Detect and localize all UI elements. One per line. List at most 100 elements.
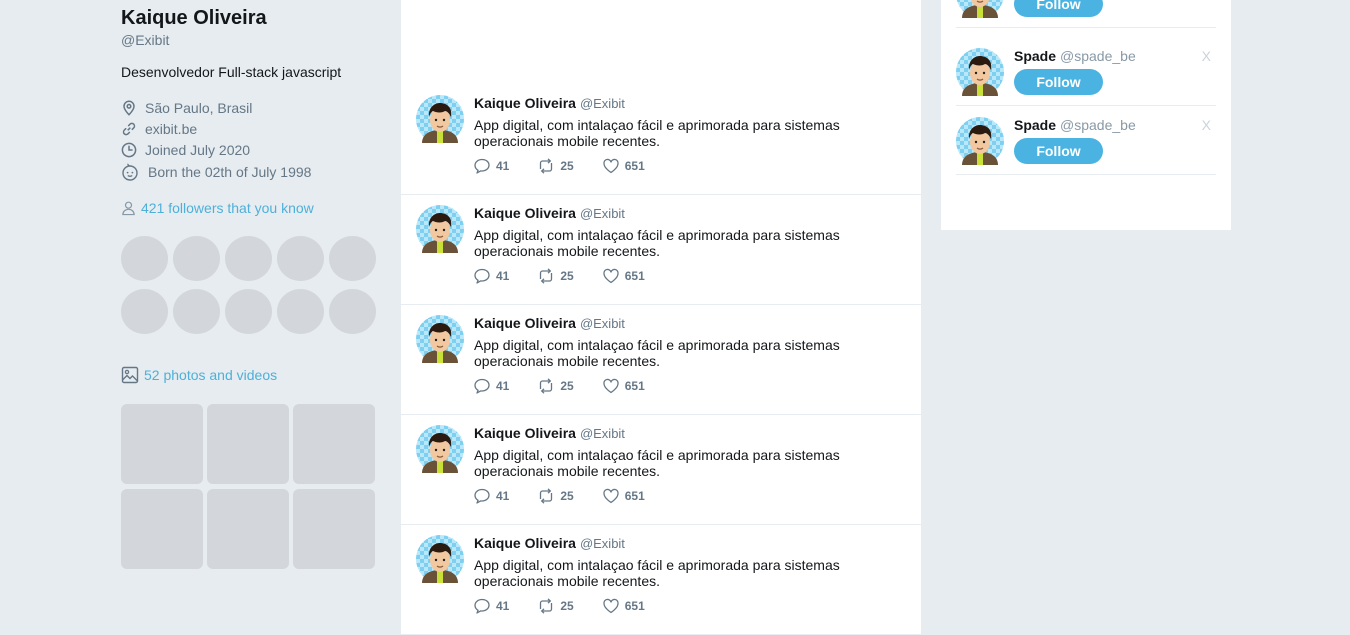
like-count: 651 xyxy=(624,379,645,393)
like-button[interactable]: 651 xyxy=(602,267,645,285)
reply-button[interactable]: 41 xyxy=(473,377,509,395)
like-button[interactable]: 651 xyxy=(602,157,645,175)
follow-suggestion: Follow xyxy=(956,0,1216,28)
avatar[interactable] xyxy=(416,205,464,253)
followers-you-know-link[interactable]: 421 followers that you know xyxy=(121,199,314,217)
media-thumbnail[interactable] xyxy=(293,489,375,569)
reply-button[interactable]: 41 xyxy=(473,157,509,175)
joined-text: Joined July 2020 xyxy=(145,142,251,158)
tweet-author-handle[interactable]: @Exibit xyxy=(580,536,625,551)
location-text: São Paulo, Brasil xyxy=(145,100,253,116)
follower-avatar[interactable] xyxy=(225,236,272,281)
followers-you-know-label[interactable]: 421 followers that you know xyxy=(141,200,314,216)
reply-button[interactable]: 41 xyxy=(473,267,509,285)
reply-icon xyxy=(474,158,490,174)
tweet[interactable]: Kaique Oliveira @Exibit App digital, com … xyxy=(401,305,921,415)
tweet-author-name[interactable]: Kaique Oliveira xyxy=(474,205,576,221)
media-grid xyxy=(121,404,375,569)
suggestion-name[interactable]: Spade xyxy=(1014,117,1056,133)
profile-birth: Born the 02th of July 1998 xyxy=(121,162,311,182)
retweet-button[interactable]: 25 xyxy=(537,377,574,395)
follower-avatar[interactable] xyxy=(173,289,220,334)
tweet-text: App digital, com intalaçao fácil e aprim… xyxy=(474,117,840,149)
follower-avatar[interactable] xyxy=(173,236,220,281)
profile-location: São Paulo, Brasil xyxy=(121,98,252,118)
suggestion-handle[interactable]: @spade_be xyxy=(1060,48,1136,64)
retweet-count: 25 xyxy=(560,489,574,503)
media-thumbnail[interactable] xyxy=(293,404,375,484)
baby-icon xyxy=(122,163,138,181)
tweet-author-handle[interactable]: @Exibit xyxy=(580,426,625,441)
like-count: 651 xyxy=(624,489,645,503)
reply-button[interactable]: 41 xyxy=(473,487,509,505)
media-thumbnail[interactable] xyxy=(207,404,289,484)
tweet-author-handle[interactable]: @Exibit xyxy=(580,316,625,331)
tweet-actions: 41 25 651 xyxy=(473,487,673,505)
tweet-author-name[interactable]: Kaique Oliveira xyxy=(474,315,576,331)
retweet-button[interactable]: 25 xyxy=(537,267,574,285)
like-button[interactable]: 651 xyxy=(602,377,645,395)
retweet-count: 25 xyxy=(560,379,574,393)
retweet-count: 25 xyxy=(560,599,574,613)
profile-joined: Joined July 2020 xyxy=(121,140,250,160)
dismiss-suggestion-button[interactable]: X xyxy=(1202,117,1211,133)
tweet[interactable]: Kaique Oliveira @Exibit App digital, com … xyxy=(401,85,921,195)
tweet-author-name[interactable]: Kaique Oliveira xyxy=(474,535,576,551)
avatar[interactable] xyxy=(956,48,1004,96)
like-icon xyxy=(603,598,619,614)
tweet-text: App digital, com intalaçao fácil e aprim… xyxy=(474,227,840,259)
follower-avatar[interactable] xyxy=(121,289,168,334)
avatar[interactable] xyxy=(416,425,464,473)
avatar[interactable] xyxy=(416,535,464,583)
follow-button[interactable]: Follow xyxy=(1014,0,1103,17)
suggestion-handle[interactable]: @spade_be xyxy=(1060,117,1136,133)
follower-avatar[interactable] xyxy=(277,236,324,281)
like-icon xyxy=(603,378,619,394)
follow-button[interactable]: Follow xyxy=(1014,69,1103,95)
retweet-button[interactable]: 25 xyxy=(537,487,574,505)
tweet-author-handle[interactable]: @Exibit xyxy=(580,206,625,221)
avatar[interactable] xyxy=(956,117,1004,165)
retweet-button[interactable]: 25 xyxy=(537,597,574,615)
like-button[interactable]: 651 xyxy=(602,487,645,505)
location-pin-icon xyxy=(123,100,135,116)
tweet-author-name[interactable]: Kaique Oliveira xyxy=(474,95,576,111)
dismiss-suggestion-button[interactable]: X xyxy=(1202,48,1211,64)
photos-videos-label[interactable]: 52 photos and videos xyxy=(144,367,277,383)
follower-avatar[interactable] xyxy=(329,289,376,334)
suggestion-name[interactable]: Spade xyxy=(1014,48,1056,64)
follower-avatar[interactable] xyxy=(329,236,376,281)
media-thumbnail[interactable] xyxy=(121,404,203,484)
tweet-author-handle[interactable]: @Exibit xyxy=(580,96,625,111)
media-thumbnail[interactable] xyxy=(207,489,289,569)
follower-avatar[interactable] xyxy=(225,289,272,334)
reply-button[interactable]: 41 xyxy=(473,597,509,615)
profile-website[interactable]: exibit.be xyxy=(121,119,197,139)
reply-count: 41 xyxy=(496,379,510,393)
media-thumbnail[interactable] xyxy=(121,489,203,569)
avatar[interactable] xyxy=(416,315,464,363)
tweet-actions: 41 25 651 xyxy=(473,267,673,285)
tweet-author-name[interactable]: Kaique Oliveira xyxy=(474,425,576,441)
tweet[interactable]: Kaique Oliveira @Exibit App digital, com … xyxy=(401,415,921,525)
avatar[interactable] xyxy=(956,0,1004,18)
follower-avatar[interactable] xyxy=(277,289,324,334)
who-to-follow-panel: Follow Spade @spade_be Follow X Spade @s… xyxy=(941,0,1231,230)
follower-avatar[interactable] xyxy=(121,236,168,281)
like-icon xyxy=(603,158,619,174)
retweet-button[interactable]: 25 xyxy=(537,157,574,175)
follow-button[interactable]: Follow xyxy=(1014,138,1103,164)
reply-icon xyxy=(474,598,490,614)
tweet[interactable]: Kaique Oliveira @Exibit App digital, com … xyxy=(401,195,921,305)
photos-videos-link[interactable]: 52 photos and videos xyxy=(121,366,277,384)
avatar[interactable] xyxy=(416,95,464,143)
like-icon xyxy=(603,488,619,504)
tweet-feed: Kaique Oliveira @Exibit App digital, com … xyxy=(401,0,921,635)
like-button[interactable]: 651 xyxy=(602,597,645,615)
retweet-icon xyxy=(540,488,553,504)
like-count: 651 xyxy=(624,269,645,283)
retweet-count: 25 xyxy=(560,159,574,173)
profile-bio: Desenvolvedor Full-stack javascript xyxy=(121,64,342,80)
website-link[interactable]: exibit.be xyxy=(145,121,197,137)
tweet[interactable]: Kaique Oliveira @Exibit App digital, com … xyxy=(401,525,921,635)
